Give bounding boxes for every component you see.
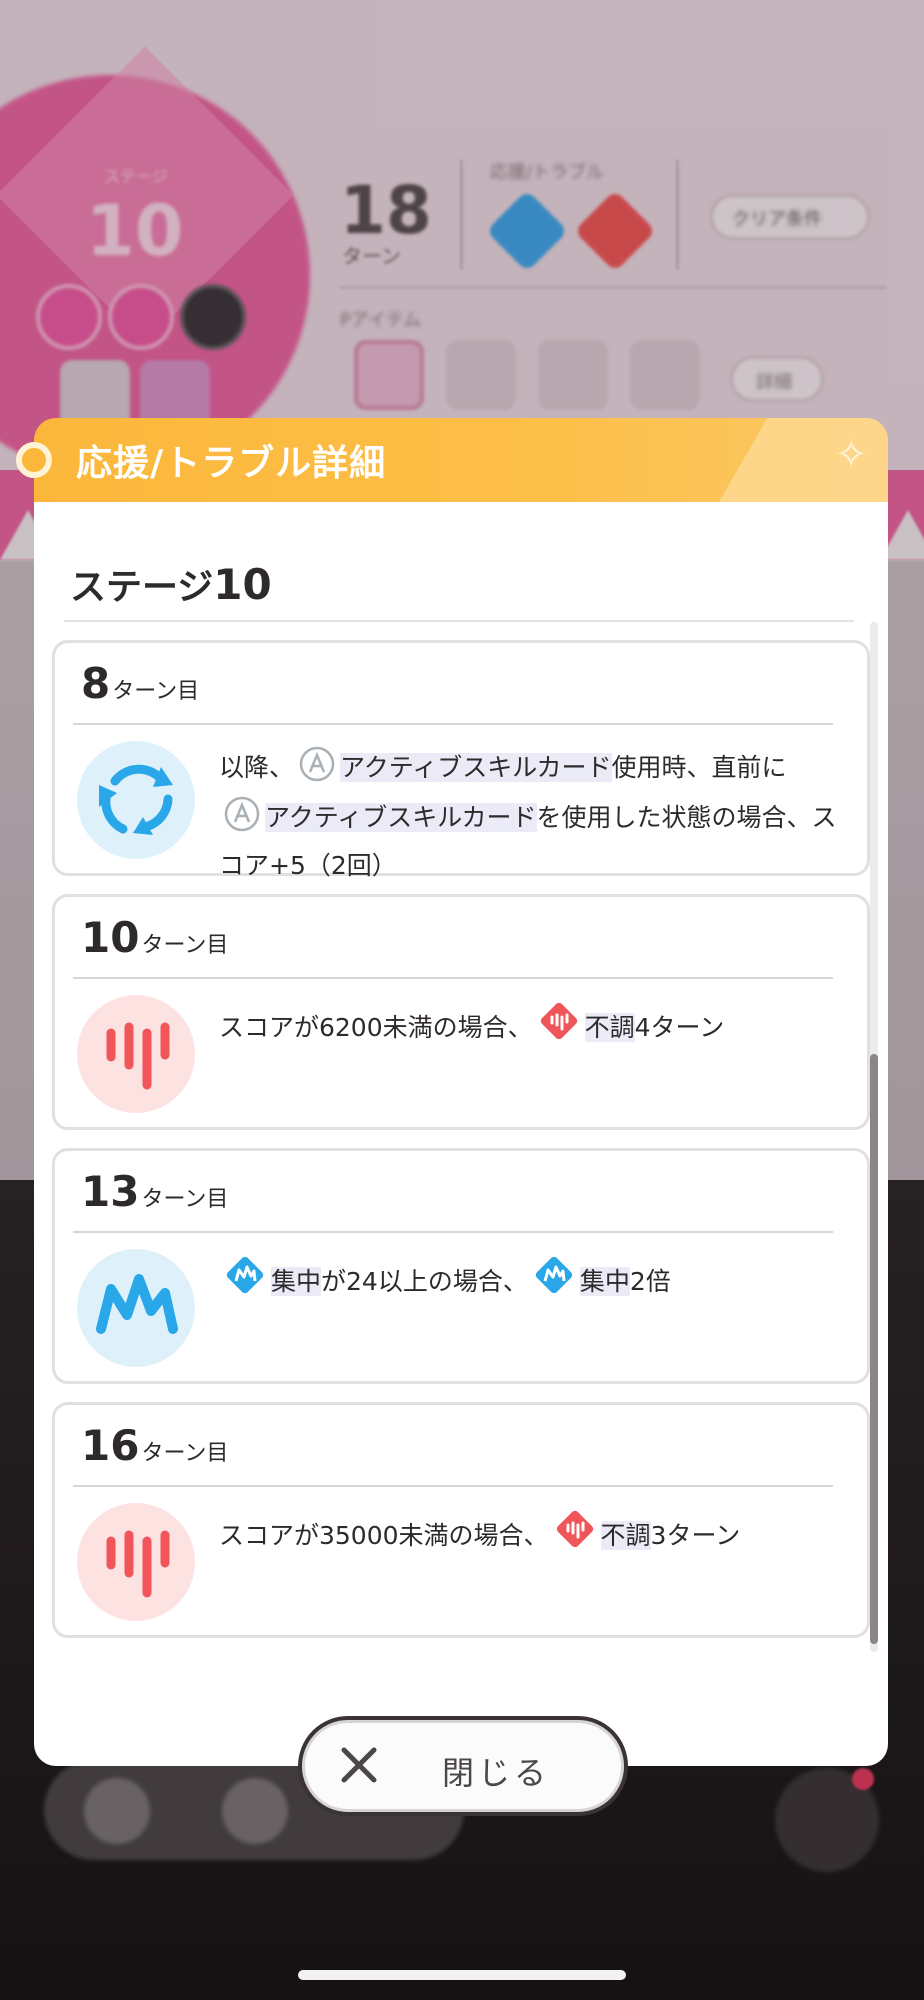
close-label: 閉じる (442, 1754, 551, 1792)
divider (73, 723, 833, 725)
sparkle-icon: ✧ (834, 432, 868, 478)
desc-text: が24以上の場合、 (321, 1267, 528, 1296)
trouble-gem-icon (553, 1507, 597, 1563)
divider (73, 1485, 833, 1487)
desc-text: 使用時、直前に (611, 753, 787, 782)
turn-label: 10ターン目 (81, 913, 228, 962)
event-description: 集中が24以上の場合、 集中2倍 (219, 1253, 859, 1309)
keyword-active-skill-card: アクティブスキルカード (340, 753, 612, 782)
close-icon (341, 1747, 377, 1783)
home-indicator[interactable] (298, 1970, 626, 1980)
stage-number: 10 (213, 560, 272, 609)
event-card-turn-13: 13ターン目 集中が24以上の場合、 集中2倍 (52, 1148, 870, 1384)
desc-text: スコアが35000未満の場合、 (219, 1521, 549, 1550)
event-card-turn-10: 10ターン目 スコアが6200未満の場合、 不調4ターン (52, 894, 870, 1130)
divider (73, 977, 833, 979)
event-card-turn-8: 8ターン目 以降、 アクティブスキルカード使用時、直前に アクティブスキルカードを使… (52, 640, 870, 880)
turn-number: 16 (81, 1421, 140, 1470)
keyword-bad-condition: 不調 (584, 1013, 635, 1042)
focus-gem-icon (223, 1253, 267, 1309)
divider (64, 620, 854, 622)
turn-number: 13 (81, 1167, 140, 1216)
stage-label: ステージ10 (70, 558, 272, 610)
event-card-turn-16: 16ターン目 スコアが35000未満の場合、 不調3ターン (52, 1402, 870, 1638)
trouble-gem-icon (537, 999, 581, 1055)
close-button[interactable]: 閉じる (298, 1716, 628, 1816)
dialog-header: 応援/トラブル詳細 ✧ (34, 418, 888, 502)
keyword-active-skill-card: アクティブスキルカード (265, 803, 537, 832)
desc-text: 3ターン (650, 1521, 741, 1550)
desc-text: スコアが6200未満の場合、 (219, 1013, 533, 1042)
turn-label: 13ターン目 (81, 1167, 228, 1216)
cycle-arrows-icon (77, 741, 195, 859)
turn-label: 16ターン目 (81, 1421, 228, 1470)
keyword-focus: 集中 (271, 1267, 322, 1296)
dialog-title: 応援/トラブル詳細 (76, 443, 387, 484)
dialog-panel: ステージ10 8ターン目 以降、 アクティブスキルカード使用時、直前に アクティ… (34, 502, 888, 1766)
turn-number: 8 (81, 659, 111, 708)
divider (73, 1231, 833, 1233)
keyword-focus: 集中 (579, 1267, 630, 1296)
active-skill-icon (223, 795, 261, 845)
header-dot-icon (16, 442, 52, 478)
trouble-bars-icon (77, 1503, 195, 1621)
turn-suffix: ターン目 (141, 933, 229, 958)
event-description: スコアが6200未満の場合、 不調4ターン (219, 999, 859, 1055)
desc-text: 2倍 (629, 1267, 671, 1296)
keyword-bad-condition: 不調 (600, 1521, 651, 1550)
turn-suffix: ターン目 (141, 1441, 229, 1466)
event-description: スコアが35000未満の場合、 不調3ターン (219, 1507, 879, 1563)
event-description: 以降、 アクティブスキルカード使用時、直前に アクティブスキルカードを使用した状態の… (219, 745, 859, 886)
turn-suffix: ターン目 (112, 679, 200, 704)
focus-crown-icon (77, 1249, 195, 1367)
desc-text: 以降、 (219, 753, 295, 782)
active-skill-icon (298, 745, 336, 795)
focus-gem-icon (532, 1253, 576, 1309)
turn-label: 8ターン目 (81, 659, 199, 708)
stage-label-text: ステージ (70, 567, 214, 608)
trouble-bars-icon (77, 995, 195, 1113)
desc-text: 4ターン (634, 1013, 725, 1042)
turn-number: 10 (81, 913, 140, 962)
turn-suffix: ターン目 (141, 1187, 229, 1212)
